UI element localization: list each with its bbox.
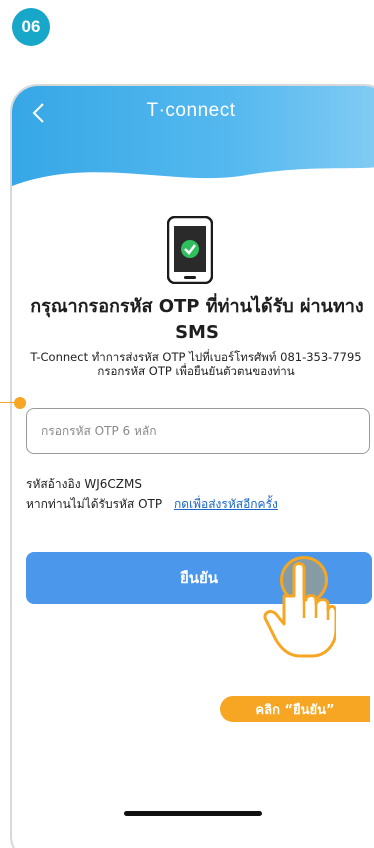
description-line-1: T-Connect ทำการส่งรหัส OTP ไปที่เบอร์โทร… [30, 350, 362, 364]
resend-otp-link[interactable]: กดเพื่อส่งรหัสอีกครั้ง [174, 497, 278, 511]
click-callout-badge: คลิก “ยืนยัน” [220, 696, 370, 722]
phone-screen: T·connect กรุณากรอกรหัส OTP ที่ท่านได้รั… [10, 84, 374, 848]
resend-prompt: หากท่านไม่ได้รับรหัส OTP [26, 497, 163, 511]
description-line-2: กรอกรหัส OTP เพื่อยืนยันตัวตนของท่าน [97, 364, 295, 378]
otp-input[interactable] [26, 408, 370, 454]
app-brand-logo: T·connect [146, 100, 236, 121]
step-badge: 06 [12, 8, 50, 46]
home-indicator [124, 811, 262, 816]
reference-code: รหัสอ้างอิง WJ6CZMS [26, 477, 142, 491]
callout-dot [14, 397, 26, 409]
page-title: กรุณากรอกรหัส OTP ที่ท่านได้รับ ผ่านทาง … [30, 296, 364, 343]
otp-description: T-Connect ทำการส่งรหัส OTP ไปที่เบอร์โทร… [18, 350, 374, 378]
resend-row: หากท่านไม่ได้รับรหัส OTP กดเพื่อส่งรหัสอ… [26, 495, 278, 514]
smartphone-check-icon [167, 216, 213, 284]
pointing-hand-icon [263, 562, 336, 658]
